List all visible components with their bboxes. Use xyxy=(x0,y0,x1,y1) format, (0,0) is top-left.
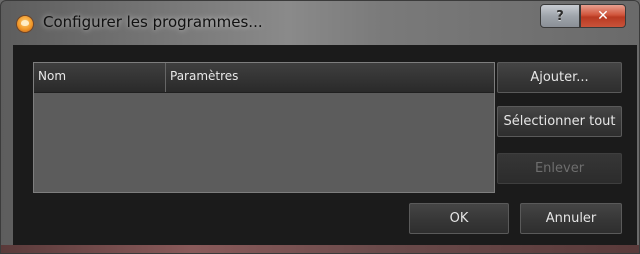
close-button[interactable]: ✕ xyxy=(580,4,626,28)
column-header-parametres[interactable]: Paramètres xyxy=(166,63,494,92)
question-mark-icon: ? xyxy=(556,8,564,24)
add-button[interactable]: Ajouter... xyxy=(497,62,622,93)
programs-list[interactable]: Nom Paramètres xyxy=(33,62,495,193)
close-icon: ✕ xyxy=(597,8,609,24)
app-flame-icon xyxy=(17,16,33,32)
cancel-button[interactable]: Annuler xyxy=(520,203,622,234)
help-button[interactable]: ? xyxy=(540,4,580,28)
list-header: Nom Paramètres xyxy=(34,63,494,93)
remove-button: Enlever xyxy=(497,153,622,184)
title-bar[interactable]: Configurer les programmes... ? ✕ xyxy=(1,1,639,45)
column-header-nom[interactable]: Nom xyxy=(34,63,166,92)
ok-button[interactable]: OK xyxy=(409,203,509,234)
window-title: Configurer les programmes... xyxy=(43,13,263,31)
dialog-window: Configurer les programmes... ? ✕ Nom Par… xyxy=(0,0,640,254)
dialog-client-area: Nom Paramètres Ajouter... Sélectionner t… xyxy=(13,45,637,247)
select-all-button[interactable]: Sélectionner tout xyxy=(497,106,622,137)
